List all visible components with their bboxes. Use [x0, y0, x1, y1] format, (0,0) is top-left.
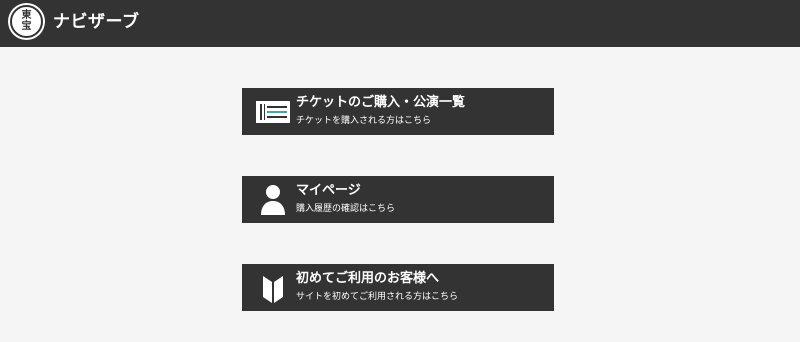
ticket-purchase-button[interactable]: チケットのご購入・公演一覧 チケットを購入される方はこちら: [242, 88, 554, 135]
beginner-mark-icon: [263, 276, 283, 303]
header-bar: 東 宝 ナビザーブ: [0, 0, 800, 47]
user-icon: [261, 185, 285, 215]
mypage-title: マイページ: [296, 183, 361, 198]
ticket-icon: [256, 101, 290, 123]
logo-char-2: 宝: [21, 21, 32, 32]
mypage-button[interactable]: マイページ 購入履歴の確認はこちら: [242, 176, 554, 223]
first-time-guide-title: 初めてご利用のお客様へ: [296, 271, 440, 286]
first-time-guide-button[interactable]: 初めてご利用のお客様へ サイトを初めてご利用される方はこちら: [242, 264, 554, 311]
mypage-subtitle: 購入履歴の確認はこちら: [296, 204, 396, 214]
toho-logo[interactable]: 東 宝: [10, 5, 43, 38]
ticket-purchase-title: チケットのご購入・公演一覧: [296, 95, 466, 110]
first-time-guide-subtitle: サイトを初めてご利用される方はこちら: [296, 292, 459, 302]
app-title[interactable]: ナビザーブ: [53, 10, 139, 34]
logo-char-1: 東: [21, 10, 32, 21]
ticket-purchase-subtitle: チケットを購入される方はこちら: [296, 116, 432, 126]
